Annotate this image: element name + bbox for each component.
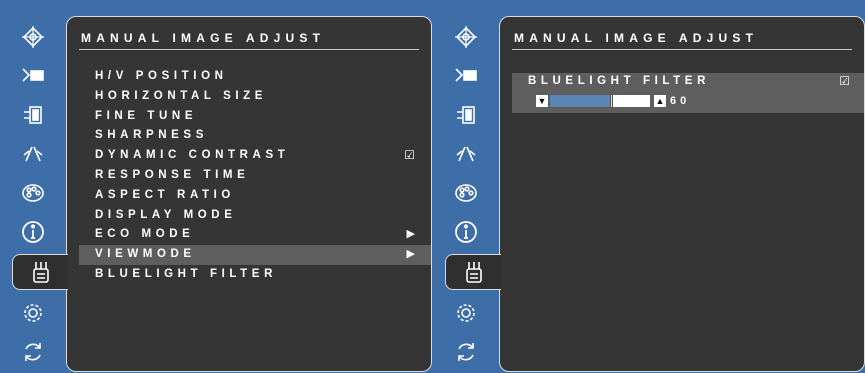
audio-adjust-icon[interactable] [14,59,52,93]
slider-handle[interactable] [610,94,613,108]
submenu-arrow-icon: ▶ [406,248,415,261]
osd-window-right: MANUAL IMAGE ADJUST BLUELIGHT FILTER ☑ ▼… [433,6,865,372]
settings-gear-icon[interactable] [447,296,485,330]
menu-item-sharpness[interactable]: SHARPNESS [79,126,431,146]
memory-recall-icon[interactable] [447,335,485,369]
color-adjust-icon[interactable] [447,98,485,132]
menu-item-dynamic-contrast[interactable]: DYNAMIC CONTRAST ☑ [79,146,431,166]
slider-decrease-button[interactable]: ▼ [536,95,548,107]
bluelight-filter-row-selected[interactable]: BLUELIGHT FILTER ☑ ▼ ▲ 60 [512,73,864,113]
title-divider [79,49,419,50]
bluelight-slider[interactable]: ▼ ▲ 60 [536,94,706,109]
input-select-icon[interactable] [447,20,485,54]
bluelight-filter-label: BLUELIGHT FILTER [528,75,710,87]
viewmode-icon-active[interactable] [445,254,501,290]
slider-track[interactable] [550,94,650,108]
menu-panel-left: MANUAL IMAGE ADJUST H/V POSITION HORIZON… [66,16,432,372]
checkbox-checked-icon[interactable]: ☑ [404,146,415,166]
menu-panel-right: MANUAL IMAGE ADJUST BLUELIGHT FILTER ☑ ▼… [499,16,865,372]
slider-increase-button[interactable]: ▲ [654,95,666,107]
icon-sidebar [433,6,501,372]
slider-fill [550,95,610,107]
menu-item-bluelight-filter[interactable]: BLUELIGHT FILTER [79,265,431,285]
menu-item-display-mode[interactable]: DISPLAY MODE [79,206,431,226]
menu-item-response-time[interactable]: RESPONSE TIME [79,166,431,186]
information-icon[interactable] [447,215,485,249]
input-select-icon[interactable] [14,20,52,54]
color-adjust-icon[interactable] [14,98,52,132]
menu-item-aspect-ratio[interactable]: ASPECT RATIO [79,186,431,206]
viewmode-icon-active[interactable] [12,254,68,290]
memory-recall-icon[interactable] [14,335,52,369]
setup-menu-icon[interactable] [447,176,485,210]
information-icon[interactable] [14,215,52,249]
slider-value: 60 [670,95,691,107]
menu-item-eco-mode[interactable]: ECO MODE ▶ [79,225,431,245]
menu-list: H/V POSITION HORIZONTAL SIZE FINE TUNE S… [79,67,431,285]
manual-image-adjust-icon[interactable] [14,137,52,171]
icon-sidebar [0,6,68,372]
checkbox-checked-icon[interactable]: ☑ [839,74,850,88]
menu-item-viewmode-selected[interactable]: VIEWMODE ▶ [79,245,431,265]
manual-image-adjust-icon[interactable] [447,137,485,171]
title-divider [512,49,852,50]
menu-item-horizontal-size[interactable]: HORIZONTAL SIZE [79,87,431,107]
setup-menu-icon[interactable] [14,176,52,210]
audio-adjust-icon[interactable] [447,59,485,93]
menu-title: MANUAL IMAGE ADJUST [514,31,759,45]
submenu-arrow-icon: ▶ [406,228,415,241]
settings-gear-icon[interactable] [14,296,52,330]
menu-title: MANUAL IMAGE ADJUST [81,31,326,45]
osd-window-left: MANUAL IMAGE ADJUST H/V POSITION HORIZON… [0,6,432,372]
menu-item-fine-tune[interactable]: FINE TUNE [79,107,431,127]
menu-item-hv-position[interactable]: H/V POSITION [79,67,431,87]
